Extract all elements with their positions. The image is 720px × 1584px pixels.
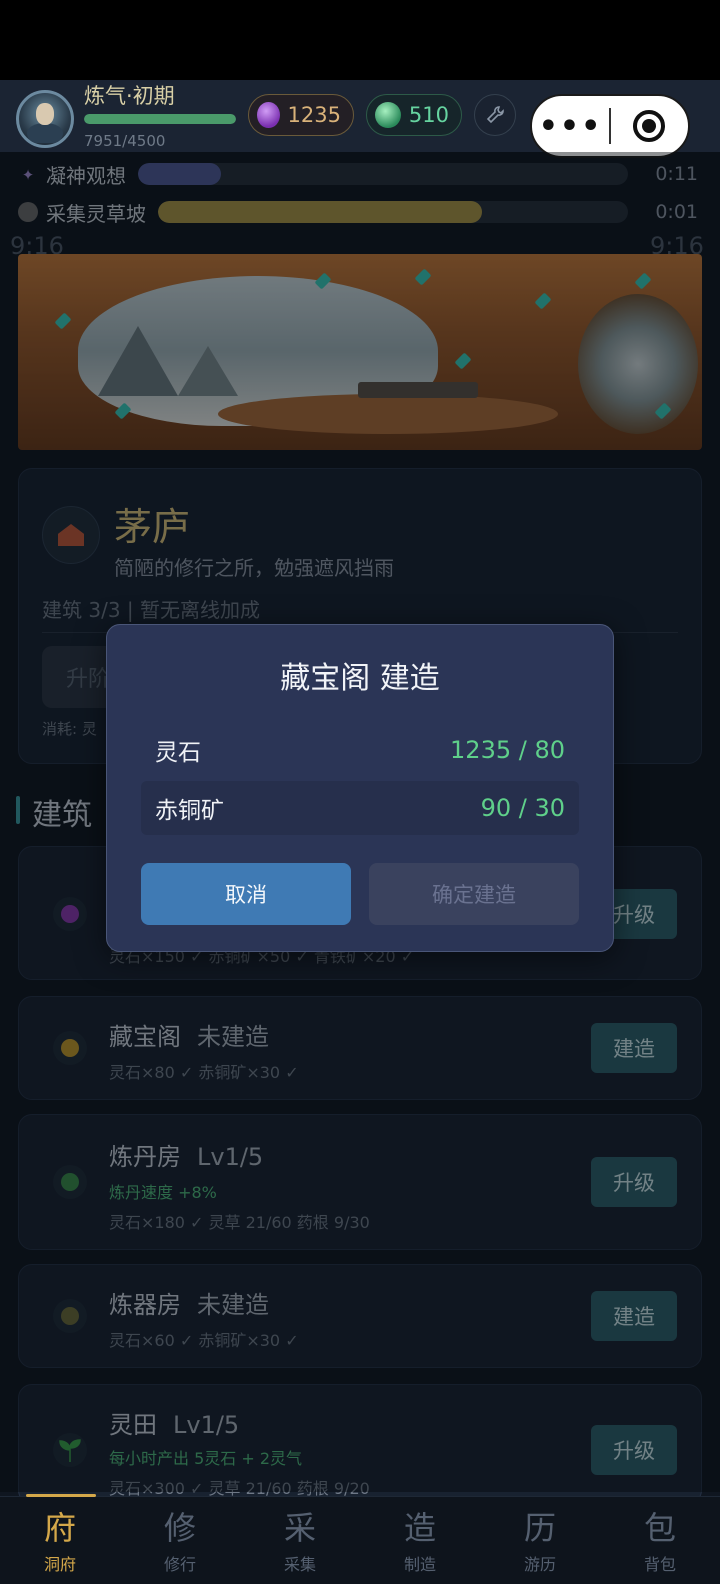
nav-label: 背包 <box>643 1555 676 1574</box>
requirement-row: 灵石 1235 / 80 <box>141 723 579 777</box>
qi-icon <box>375 102 401 128</box>
nav-label: 采集 <box>283 1555 316 1574</box>
gather-glyph: 采 <box>283 1509 316 1547</box>
dwelling-glyph: 府 <box>43 1509 76 1547</box>
nav-travel[interactable]: 历 游历 <box>480 1497 600 1584</box>
nav-label: 洞府 <box>43 1555 76 1574</box>
requirement-label: 赤铜矿 <box>155 798 224 824</box>
craft-glyph: 造 <box>403 1509 436 1547</box>
nav-gather[interactable]: 采 采集 <box>240 1497 360 1584</box>
travel-glyph: 历 <box>523 1509 556 1547</box>
system-status-area <box>0 0 720 80</box>
nav-backpack[interactable]: 包 背包 <box>600 1497 720 1584</box>
nav-label: 制造 <box>403 1555 436 1574</box>
target-icon <box>633 110 666 142</box>
cultivation-realm: 炼气·初期 <box>84 84 175 108</box>
xp-progress-bar <box>84 114 236 124</box>
more-menu-button[interactable]: ••• <box>532 109 609 144</box>
cancel-button[interactable]: 取消 <box>141 863 351 925</box>
requirement-value: 1235 / 80 <box>450 736 565 764</box>
player-avatar[interactable] <box>16 90 74 148</box>
nav-cultivate[interactable]: 修 修行 <box>120 1497 240 1584</box>
spirit-stone-counter[interactable]: 1235 <box>248 94 354 136</box>
wrench-icon[interactable] <box>474 94 516 136</box>
spirit-stone-icon <box>257 102 280 128</box>
backpack-glyph: 包 <box>643 1509 676 1547</box>
confirm-build-button[interactable]: 确定建造 <box>369 863 579 925</box>
requirement-value: 90 / 30 <box>480 794 565 822</box>
nav-dwelling[interactable]: 府 洞府 <box>0 1494 120 1584</box>
cultivate-glyph: 修 <box>163 1509 196 1547</box>
nav-label: 修行 <box>163 1555 196 1574</box>
close-miniprogram-button[interactable] <box>611 110 688 142</box>
requirement-label: 灵石 <box>155 740 201 766</box>
qi-counter[interactable]: 510 <box>366 94 462 136</box>
dialog-title: 藏宝阁 建造 <box>280 661 440 696</box>
nav-craft[interactable]: 造 制造 <box>360 1497 480 1584</box>
miniprogram-capsule: ••• <box>530 94 690 158</box>
build-dialog: 藏宝阁 建造 灵石 1235 / 80 赤铜矿 90 / 30 取消 确定建造 <box>106 624 614 952</box>
qi-value: 510 <box>408 103 449 127</box>
nav-label: 游历 <box>523 1555 556 1574</box>
bottom-nav: 府 洞府 修 修行 采 采集 造 制造 历 游历 包 背包 <box>0 1494 720 1584</box>
spirit-stone-value: 1235 <box>287 103 341 127</box>
requirement-row: 赤铜矿 90 / 30 <box>141 781 579 835</box>
xp-text: 7951/4500 <box>84 132 166 150</box>
